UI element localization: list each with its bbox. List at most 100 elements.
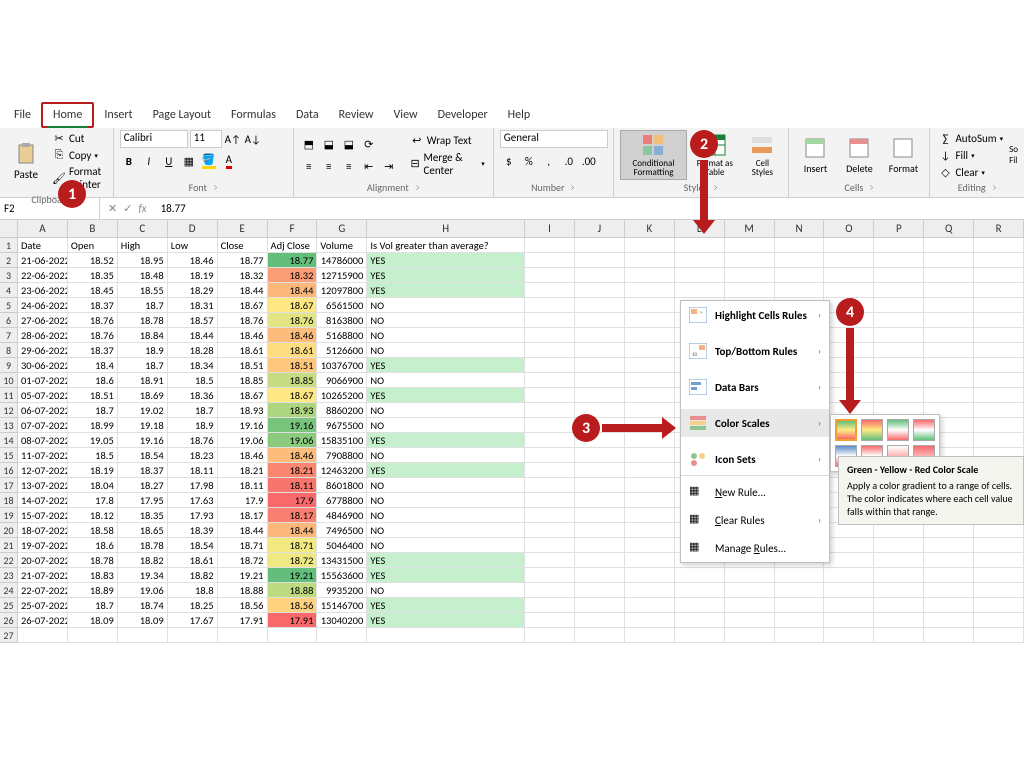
cell[interactable]: 01-07-2022 <box>18 373 68 388</box>
cell[interactable]: 17.91 <box>218 613 268 628</box>
row-header[interactable]: 20 <box>0 523 18 538</box>
align-top-icon[interactable]: ⬒ <box>300 135 318 153</box>
cell[interactable] <box>525 433 575 448</box>
cell[interactable]: 18.65 <box>118 523 168 538</box>
cell[interactable]: 18.61 <box>218 343 268 358</box>
cell[interactable]: 19.16 <box>218 418 268 433</box>
row-header[interactable]: 25 <box>0 598 18 613</box>
cell[interactable]: 18.44 <box>218 523 268 538</box>
cell[interactable] <box>575 448 625 463</box>
cell[interactable] <box>575 538 625 553</box>
cell[interactable]: 18.74 <box>118 598 168 613</box>
cf-new-rule[interactable]: ▦New Rule... <box>681 478 829 506</box>
cell[interactable]: 18.09 <box>118 613 168 628</box>
cell[interactable]: 18.84 <box>118 328 168 343</box>
cell[interactable] <box>725 238 775 253</box>
cell[interactable] <box>725 583 775 598</box>
cell[interactable] <box>924 238 974 253</box>
cell[interactable]: 15146700 <box>317 598 367 613</box>
cell[interactable] <box>525 568 575 583</box>
row-header[interactable]: 12 <box>0 403 18 418</box>
cell[interactable] <box>874 598 924 613</box>
cell[interactable]: 17.9 <box>218 493 268 508</box>
row-header[interactable]: 26 <box>0 613 18 628</box>
cell[interactable] <box>625 343 675 358</box>
cell[interactable]: 26-07-2022 <box>18 613 68 628</box>
cell[interactable] <box>575 463 625 478</box>
cell[interactable] <box>525 493 575 508</box>
cell[interactable] <box>675 598 725 613</box>
scale-red-white-green[interactable] <box>913 419 935 441</box>
cell[interactable]: YES <box>367 388 525 403</box>
cell[interactable]: 18.85 <box>268 373 318 388</box>
delete-cells-button[interactable]: Delete <box>839 134 879 177</box>
row-header[interactable]: 19 <box>0 508 18 523</box>
cell[interactable] <box>824 238 874 253</box>
cell[interactable]: 18.45 <box>68 283 118 298</box>
cell[interactable] <box>525 583 575 598</box>
clear-button[interactable]: ◇Clear ▾ <box>936 164 1005 180</box>
cell[interactable]: 18.48 <box>118 268 168 283</box>
cell[interactable]: 18.54 <box>168 538 218 553</box>
cell[interactable]: 19.16 <box>268 418 318 433</box>
row-header[interactable]: 11 <box>0 388 18 403</box>
cell[interactable] <box>725 268 775 283</box>
cell[interactable]: 10376700 <box>317 358 367 373</box>
paste-button[interactable]: Paste <box>6 140 46 183</box>
cell[interactable]: 18.46 <box>168 253 218 268</box>
cell[interactable]: 27-06-2022 <box>18 313 68 328</box>
cell[interactable]: 18.8 <box>168 583 218 598</box>
insert-cells-button[interactable]: Insert <box>795 134 835 177</box>
cell[interactable] <box>575 388 625 403</box>
fill-button[interactable]: ↓Fill ▾ <box>936 147 1005 163</box>
cell[interactable]: 18.93 <box>268 403 318 418</box>
cell[interactable]: 18.19 <box>168 268 218 283</box>
scale-green-yellow-red[interactable] <box>835 419 857 441</box>
cell[interactable]: 8860200 <box>317 403 367 418</box>
cell[interactable] <box>924 523 974 538</box>
cell[interactable]: 18.5 <box>168 373 218 388</box>
row-header[interactable]: 3 <box>0 268 18 283</box>
cell[interactable] <box>525 403 575 418</box>
bold-button[interactable]: B <box>120 152 138 170</box>
cell[interactable] <box>675 628 725 643</box>
row-header[interactable]: 4 <box>0 283 18 298</box>
cell[interactable]: 15563600 <box>317 568 367 583</box>
cell[interactable] <box>824 538 874 553</box>
align-right-icon[interactable]: ≡ <box>340 157 358 175</box>
cell[interactable] <box>924 283 974 298</box>
header-cell[interactable]: Is Vol greater than average? <box>367 238 525 253</box>
autosum-button[interactable]: ∑AutoSum ▾ <box>936 130 1005 146</box>
cell[interactable] <box>974 268 1024 283</box>
cell[interactable]: 21-06-2022 <box>18 253 68 268</box>
cell[interactable]: 18.95 <box>118 253 168 268</box>
cell[interactable]: 22-06-2022 <box>18 268 68 283</box>
cell[interactable]: 18.72 <box>218 553 268 568</box>
col-header-N[interactable]: N <box>775 220 825 238</box>
cell[interactable] <box>874 313 924 328</box>
cell[interactable] <box>575 583 625 598</box>
header-cell[interactable]: Volume <box>317 238 367 253</box>
cell[interactable] <box>974 628 1024 643</box>
cell[interactable] <box>924 268 974 283</box>
cell[interactable] <box>625 523 675 538</box>
cell[interactable] <box>268 628 318 643</box>
cell[interactable] <box>625 253 675 268</box>
cell[interactable] <box>525 508 575 523</box>
cell[interactable] <box>924 568 974 583</box>
cell[interactable]: 18.54 <box>118 448 168 463</box>
cell[interactable] <box>575 343 625 358</box>
cell[interactable]: 18.72 <box>268 553 318 568</box>
cell[interactable]: 22-07-2022 <box>18 583 68 598</box>
cell[interactable] <box>974 538 1024 553</box>
cell[interactable] <box>775 283 825 298</box>
cell[interactable] <box>874 538 924 553</box>
cell[interactable] <box>974 313 1024 328</box>
col-header-E[interactable]: E <box>218 220 268 238</box>
col-header-F[interactable]: F <box>268 220 318 238</box>
cell[interactable] <box>575 628 625 643</box>
decrease-decimal-icon[interactable]: .00 <box>580 152 598 170</box>
col-header-H[interactable]: H <box>367 220 525 238</box>
cell[interactable]: 12463200 <box>317 463 367 478</box>
cell[interactable] <box>575 268 625 283</box>
